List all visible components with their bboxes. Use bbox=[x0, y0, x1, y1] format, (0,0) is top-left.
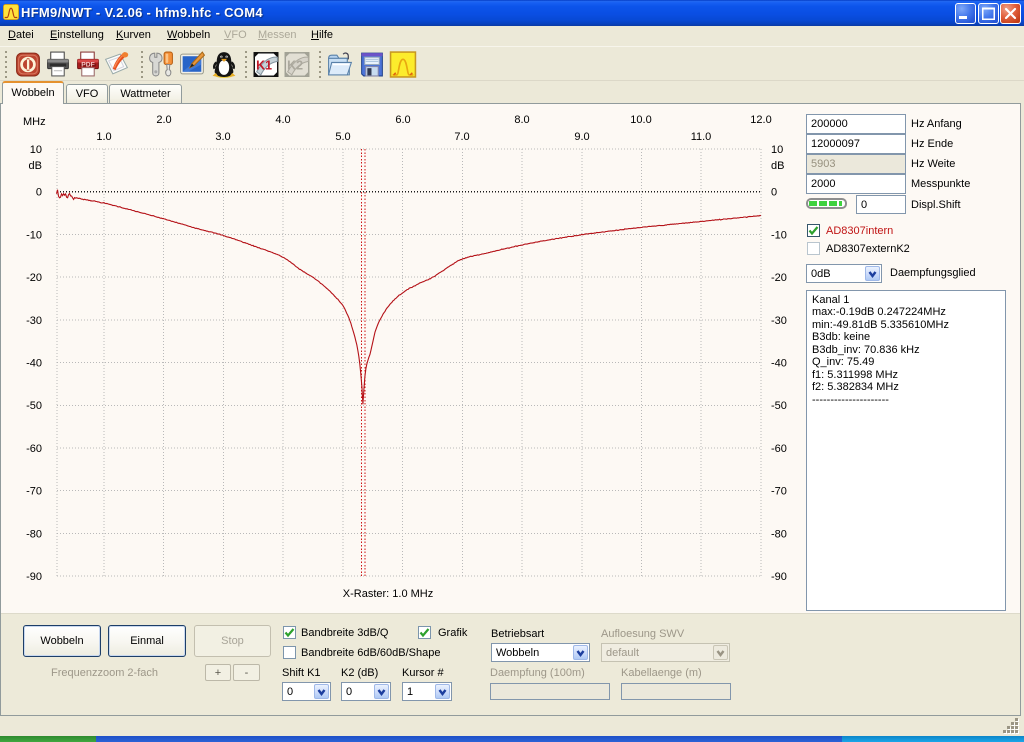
svg-text:12.0: 12.0 bbox=[750, 114, 771, 126]
svg-text:-10: -10 bbox=[771, 229, 787, 241]
svg-text:dB: dB bbox=[29, 160, 42, 172]
svg-text:-40: -40 bbox=[26, 358, 42, 370]
svg-text:-30: -30 bbox=[26, 315, 42, 327]
svg-text:-20: -20 bbox=[771, 272, 787, 284]
svg-text:1.0: 1.0 bbox=[96, 131, 111, 143]
svg-text:0: 0 bbox=[771, 187, 777, 199]
svg-text:-50: -50 bbox=[771, 400, 787, 412]
svg-text:-80: -80 bbox=[771, 528, 787, 540]
svg-text:-70: -70 bbox=[26, 486, 42, 498]
svg-text:8.0: 8.0 bbox=[514, 114, 529, 126]
svg-text:10: 10 bbox=[771, 144, 783, 156]
svg-text:11.0: 11.0 bbox=[691, 131, 712, 143]
svg-text:10: 10 bbox=[30, 144, 42, 156]
svg-text:2.0: 2.0 bbox=[156, 114, 171, 126]
svg-text:7.0: 7.0 bbox=[454, 131, 469, 143]
svg-text:-50: -50 bbox=[26, 400, 42, 412]
svg-text:9.0: 9.0 bbox=[574, 131, 589, 143]
svg-text:0: 0 bbox=[36, 187, 42, 199]
svg-text:6.0: 6.0 bbox=[395, 114, 410, 126]
svg-text:-30: -30 bbox=[771, 315, 787, 327]
svg-text:-40: -40 bbox=[771, 358, 787, 370]
svg-text:-70: -70 bbox=[771, 486, 787, 498]
svg-text:-80: -80 bbox=[26, 528, 42, 540]
svg-text:5.0: 5.0 bbox=[335, 131, 350, 143]
svg-text:-10: -10 bbox=[26, 229, 42, 241]
svg-text:X-Raster: 1.0 MHz: X-Raster: 1.0 MHz bbox=[343, 588, 433, 600]
svg-text:-90: -90 bbox=[26, 571, 42, 583]
svg-text:dB: dB bbox=[771, 160, 784, 172]
svg-text:-60: -60 bbox=[26, 443, 42, 455]
svg-text:MHz: MHz bbox=[23, 116, 46, 128]
svg-text:4.0: 4.0 bbox=[275, 114, 290, 126]
svg-text:-60: -60 bbox=[771, 443, 787, 455]
svg-text:-20: -20 bbox=[26, 272, 42, 284]
svg-text:-90: -90 bbox=[771, 571, 787, 583]
svg-text:10.0: 10.0 bbox=[630, 114, 651, 126]
svg-text:3.0: 3.0 bbox=[215, 131, 230, 143]
svg-text:K1: K1 bbox=[256, 59, 272, 73]
svg-text:K2: K2 bbox=[287, 59, 303, 73]
